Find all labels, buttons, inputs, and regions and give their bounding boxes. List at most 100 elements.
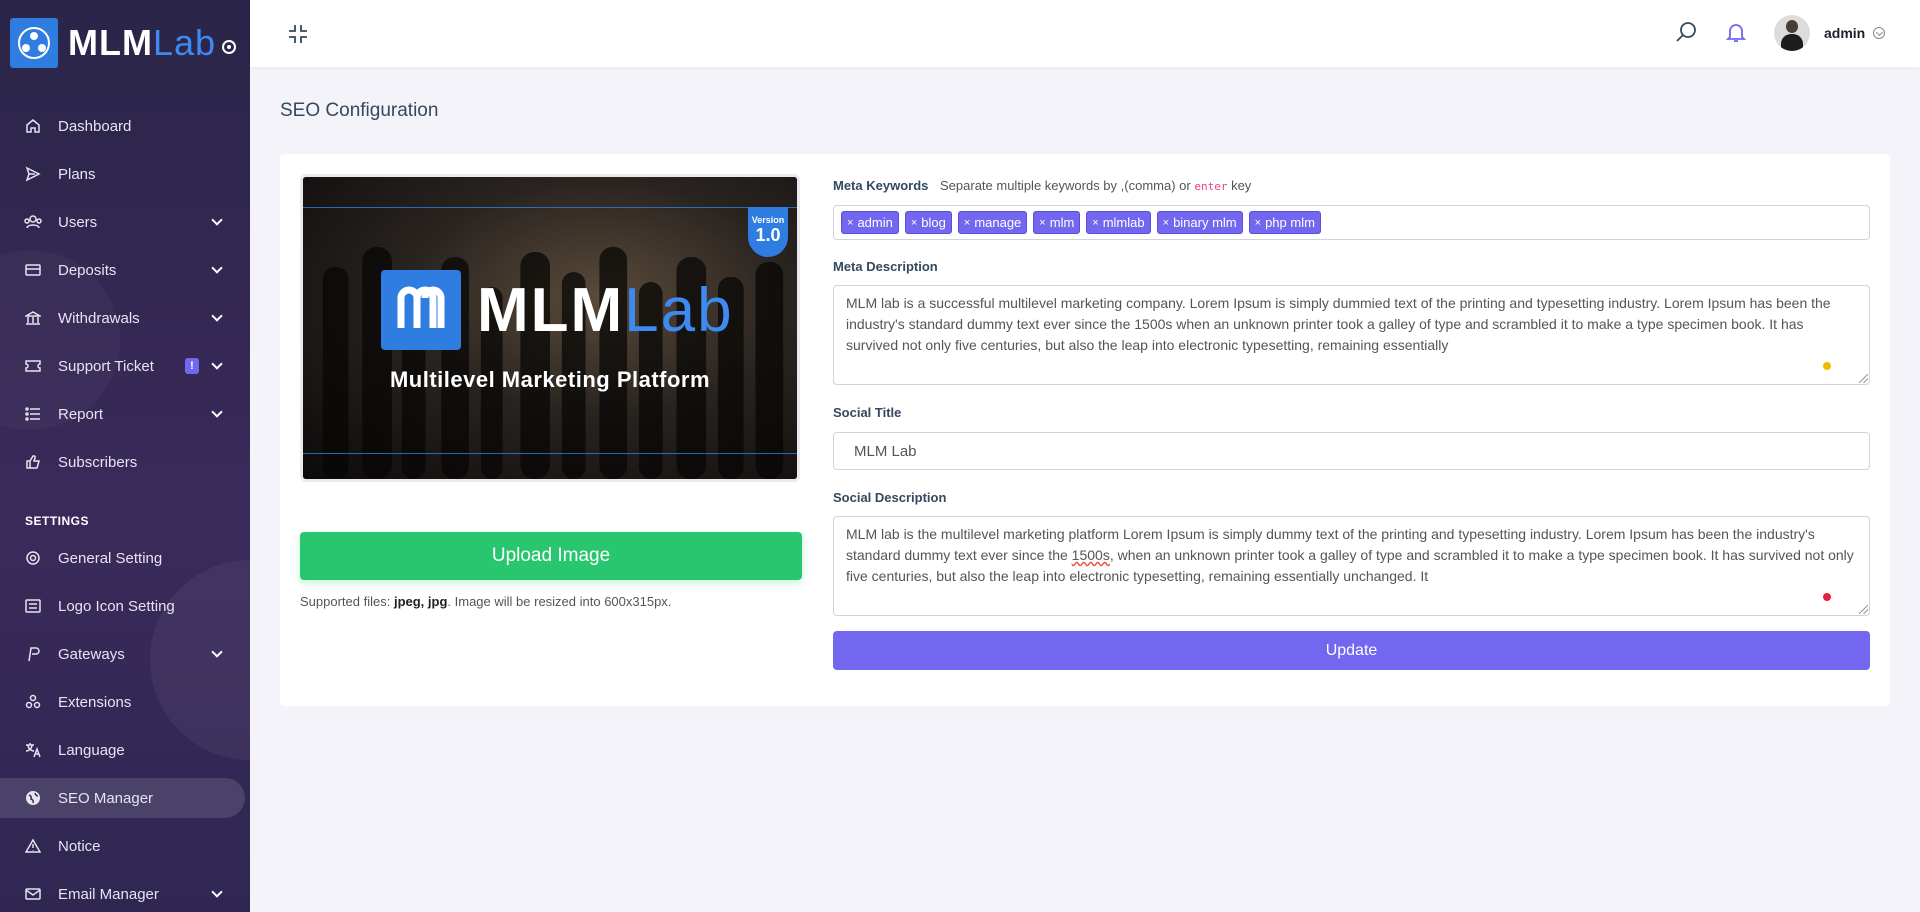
send-icon xyxy=(24,165,42,183)
list-icon xyxy=(24,405,42,423)
keyword-tag[interactable]: × admin xyxy=(841,211,899,234)
remove-tag-icon[interactable]: × xyxy=(964,217,970,229)
brand-logo[interactable]: MLMLab xyxy=(10,18,237,68)
sidebar-item-report[interactable]: Report xyxy=(0,394,245,434)
image-icon xyxy=(24,597,42,615)
chevron-down-icon xyxy=(211,310,223,322)
remove-tag-icon[interactable]: × xyxy=(1092,217,1098,229)
sidebar-item-label: Deposits xyxy=(58,261,117,279)
sidebar-item-users[interactable]: Users xyxy=(0,202,245,242)
version-label: Version xyxy=(751,215,785,225)
sidebar-item-label: Support Ticket xyxy=(58,357,154,375)
meta-description-label: Meta Description xyxy=(833,259,938,274)
sidebar-item-label: Notice xyxy=(58,837,101,855)
chevron-down-icon xyxy=(211,262,223,274)
keyword-tag[interactable]: × binary mlm xyxy=(1156,211,1243,234)
sidebar-item-label: Subscribers xyxy=(58,453,138,471)
sidebar-item-gateways[interactable]: Gateways xyxy=(0,634,245,674)
logo-text: MLMLab xyxy=(68,22,217,63)
logo-dot-icon xyxy=(222,40,237,54)
meta-keywords-label: Meta Keywords Separate multiple keywords… xyxy=(833,178,1252,193)
sidebar-item-label: Dashboard xyxy=(58,117,132,135)
remove-tag-icon[interactable]: × xyxy=(847,217,853,229)
keyword-tag[interactable]: × mlm xyxy=(1033,211,1081,234)
version-badge: Version 1.0 xyxy=(748,207,788,257)
paypal-icon xyxy=(24,645,42,663)
chevron-down-icon xyxy=(211,886,223,898)
sidebar-item-label: Gateways xyxy=(58,645,125,663)
preview-logo-text: MLMLab xyxy=(477,275,734,345)
sidebar-item-subscribers[interactable]: Subscribers xyxy=(0,442,245,482)
sidebar-item-logo-icon-setting[interactable]: Logo Icon Setting xyxy=(0,586,245,626)
home-icon xyxy=(24,117,42,135)
divider xyxy=(303,207,797,208)
sidebar-item-plans[interactable]: Plans xyxy=(0,154,245,194)
upload-image-button[interactable]: Upload Image xyxy=(300,532,802,580)
bell-icon[interactable] xyxy=(1724,20,1748,44)
sidebar-item-language[interactable]: Language xyxy=(0,730,245,770)
sidebar-item-label: Language xyxy=(58,741,125,759)
sidebar-item-extensions[interactable]: Extensions xyxy=(0,682,245,722)
sidebar-item-email-manager[interactable]: Email Manager xyxy=(0,874,245,912)
chevron-down-icon xyxy=(211,646,223,658)
thumbs-up-icon xyxy=(24,453,42,471)
sidebar-item-deposits[interactable]: Deposits xyxy=(0,250,245,290)
resize-handle-icon[interactable] xyxy=(1859,374,1868,383)
sidebar-item-withdrawals[interactable]: Withdrawals xyxy=(0,298,245,338)
logo-mark-icon xyxy=(10,18,58,68)
sidebar-item-dashboard[interactable]: Dashboard xyxy=(0,106,245,146)
language-icon xyxy=(24,741,42,759)
sidebar-item-label: Email Manager xyxy=(58,885,159,903)
keyword-tag[interactable]: × php mlm xyxy=(1248,211,1321,234)
chevron-down-icon xyxy=(211,214,223,226)
divider xyxy=(303,453,797,454)
update-button[interactable]: Update xyxy=(833,631,1870,670)
sidebar-item-label: Plans xyxy=(58,165,96,183)
warning-icon xyxy=(24,837,42,855)
profile-username: admin xyxy=(1824,25,1866,41)
remove-tag-icon[interactable]: × xyxy=(1255,217,1261,229)
search-icon[interactable] xyxy=(1674,20,1698,44)
remove-tag-icon[interactable]: × xyxy=(1039,217,1045,229)
seo-config-card: Version 1.0 MLMLab Multilevel Marketing … xyxy=(280,154,1890,706)
life-ring-icon xyxy=(24,549,42,567)
sidebar-item-notice[interactable]: Notice xyxy=(0,826,245,866)
social-title-input[interactable]: MLM Lab xyxy=(833,432,1870,470)
chevron-down-icon xyxy=(211,406,223,418)
meta-description-textarea[interactable]: MLM lab is a successful multilevel marke… xyxy=(833,285,1870,385)
keyword-tag[interactable]: × mlmlab xyxy=(1086,211,1151,234)
sidebar: MLMLab Dashboard Plans Users Deposits Wi… xyxy=(0,0,250,912)
preview-subtitle: Multilevel Marketing Platform xyxy=(389,367,711,392)
meta-keywords-hint: Separate multiple keywords by ,(comma) o… xyxy=(940,178,1252,193)
supported-files-note: Supported files: jpeg, jpg. Image will b… xyxy=(300,594,672,609)
sidebar-item-support-ticket[interactable]: Support Ticket ! xyxy=(0,346,245,386)
chevron-down-icon xyxy=(211,358,223,370)
sidebar-item-label: General Setting xyxy=(58,549,163,567)
grammar-indicator-icon[interactable] xyxy=(1823,593,1831,601)
logo-m-icon xyxy=(381,270,461,350)
sidebar-item-label: Logo Icon Setting xyxy=(58,597,175,615)
social-description-textarea[interactable]: MLM lab is the multilevel marketing plat… xyxy=(833,516,1870,616)
collapse-sidebar-icon[interactable] xyxy=(286,22,310,46)
credit-card-icon xyxy=(24,261,42,279)
social-description-label: Social Description xyxy=(833,490,947,505)
remove-tag-icon[interactable]: × xyxy=(1163,217,1169,229)
globe-icon xyxy=(24,789,42,807)
sidebar-item-general-setting[interactable]: General Setting xyxy=(0,538,245,578)
seo-image-preview: Version 1.0 MLMLab Multilevel Marketing … xyxy=(300,174,800,482)
version-number: 1.0 xyxy=(755,225,781,245)
bank-icon xyxy=(24,309,42,327)
grammar-indicator-icon[interactable] xyxy=(1823,362,1831,370)
keyword-tag[interactable]: × blog xyxy=(904,211,952,234)
avatar xyxy=(1774,15,1810,51)
meta-keywords-input[interactable]: × admin × blog × manage × mlm × mlmlab × binar… xyxy=(833,205,1870,240)
topbar: admin xyxy=(250,0,1920,67)
resize-handle-icon[interactable] xyxy=(1859,605,1868,614)
keyword-tag[interactable]: × manage xyxy=(957,211,1028,234)
sidebar-item-seo-manager[interactable]: SEO Manager xyxy=(0,778,245,818)
settings-heading: SETTINGS xyxy=(25,514,90,528)
users-icon xyxy=(24,213,42,231)
chevron-down-icon xyxy=(1873,27,1886,39)
remove-tag-icon[interactable]: × xyxy=(911,217,917,229)
profile-menu[interactable]: admin xyxy=(1774,14,1886,52)
